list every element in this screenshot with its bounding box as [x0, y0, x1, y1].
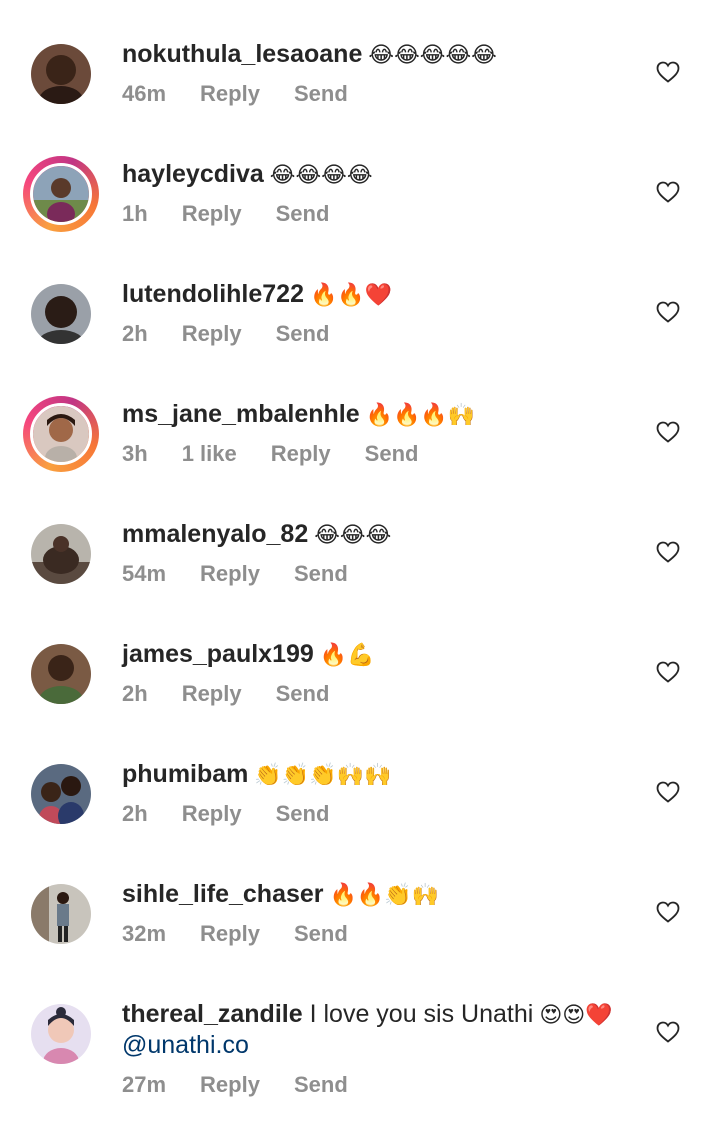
reply-button[interactable]: Reply: [182, 201, 242, 226]
avatar[interactable]: [23, 996, 99, 1072]
avatar[interactable]: [23, 36, 99, 112]
comment-timestamp: 54m: [122, 561, 167, 586]
send-button[interactable]: Send: [276, 681, 330, 706]
avatar[interactable]: [23, 876, 99, 952]
comment-item: thereal_zandile I love you sis Unathi 😍😍❤…: [0, 980, 720, 1130]
comment-timestamp: 3h: [122, 441, 148, 466]
heart-outline-icon[interactable]: [656, 181, 680, 203]
comment-item: hayleycdiva 😂😂😂😂 1h Reply Send: [0, 140, 720, 260]
comment-timestamp: 2h: [122, 801, 148, 826]
comment-text: 🔥🔥🔥🙌: [365, 403, 476, 428]
send-button[interactable]: Send: [365, 441, 419, 466]
reply-button[interactable]: Reply: [200, 1072, 260, 1097]
reply-button[interactable]: Reply: [182, 681, 242, 706]
send-button[interactable]: Send: [294, 561, 348, 586]
heart-outline-icon[interactable]: [656, 301, 680, 323]
comment-item: lutendolihle722 🔥🔥❤️ 2h Reply Send: [0, 260, 720, 380]
avatar[interactable]: [23, 156, 99, 232]
comment-emojis: 😍😍❤️: [539, 1003, 613, 1028]
comment-text: 😂😂😂: [314, 523, 392, 548]
comment-username[interactable]: lutendolihle722: [122, 280, 304, 308]
reply-button[interactable]: Reply: [182, 801, 242, 826]
send-button[interactable]: Send: [294, 1072, 348, 1097]
reply-button[interactable]: Reply: [200, 561, 260, 586]
comment-username[interactable]: sihle_life_chaser: [122, 880, 324, 908]
comment-timestamp: 1h: [122, 201, 148, 226]
comment-item: sihle_life_chaser 🔥🔥👏🙌 32m Reply Send: [0, 860, 720, 980]
comment-item: james_paulx199 🔥💪 2h Reply Send: [0, 620, 720, 740]
heart-outline-icon[interactable]: [656, 1021, 680, 1043]
reply-button[interactable]: Reply: [200, 921, 260, 946]
send-button[interactable]: Send: [276, 201, 330, 226]
comment-item: ms_jane_mbalenhle 🔥🔥🔥🙌 3h 1 like Reply Send: [0, 380, 720, 500]
heart-outline-icon[interactable]: [656, 781, 680, 803]
comment-username[interactable]: thereal_zandile: [122, 1000, 303, 1028]
send-button[interactable]: Send: [276, 321, 330, 346]
avatar[interactable]: [23, 516, 99, 592]
mention-link[interactable]: @unathi.co: [122, 1030, 249, 1060]
comment-timestamp: 2h: [122, 321, 148, 346]
comment-username[interactable]: phumibam: [122, 760, 248, 788]
comment-item: mmalenyalo_82 😂😂😂 54m Reply Send: [0, 500, 720, 620]
heart-outline-icon[interactable]: [656, 541, 680, 563]
comment-timestamp: 32m: [122, 921, 167, 946]
avatar[interactable]: [23, 396, 99, 472]
comment-username[interactable]: ms_jane_mbalenhle: [122, 400, 360, 428]
reply-button[interactable]: Reply: [200, 81, 260, 106]
comment-timestamp: 27m: [122, 1072, 167, 1097]
comment-username[interactable]: nokuthula_lesaoane: [122, 40, 362, 68]
comment-text: 🔥🔥👏🙌: [329, 883, 440, 908]
heart-outline-icon[interactable]: [656, 661, 680, 683]
comment-username[interactable]: james_paulx199: [122, 640, 314, 668]
comment-text: I love you sis Unathi: [309, 1000, 534, 1028]
comment-item: nokuthula_lesaoane 😂😂😂😂😂 46m Reply Send: [0, 20, 720, 140]
avatar[interactable]: [23, 756, 99, 832]
comment-timestamp: 46m: [122, 81, 167, 106]
comment-timestamp: 2h: [122, 681, 148, 706]
heart-outline-icon[interactable]: [656, 61, 680, 83]
comment-text: 😂😂😂😂😂: [368, 43, 497, 68]
like-count[interactable]: 1 like: [182, 441, 237, 466]
comment-text: 🔥🔥❤️: [309, 283, 393, 308]
avatar[interactable]: [23, 636, 99, 712]
heart-outline-icon[interactable]: [656, 421, 680, 443]
comment-username[interactable]: hayleycdiva: [122, 160, 264, 188]
heart-outline-icon[interactable]: [656, 901, 680, 923]
comment-item: phumibam 👏👏👏🙌🙌 2h Reply Send: [0, 740, 720, 860]
comment-username[interactable]: mmalenyalo_82: [122, 520, 308, 548]
comment-text: 😂😂😂😂: [269, 163, 373, 188]
reply-button[interactable]: Reply: [271, 441, 331, 466]
send-button[interactable]: Send: [276, 801, 330, 826]
avatar[interactable]: [23, 276, 99, 352]
comment-text: 🔥💪: [319, 643, 375, 668]
comment-text: 👏👏👏🙌🙌: [254, 763, 392, 788]
send-button[interactable]: Send: [294, 921, 348, 946]
send-button[interactable]: Send: [294, 81, 348, 106]
reply-button[interactable]: Reply: [182, 321, 242, 346]
